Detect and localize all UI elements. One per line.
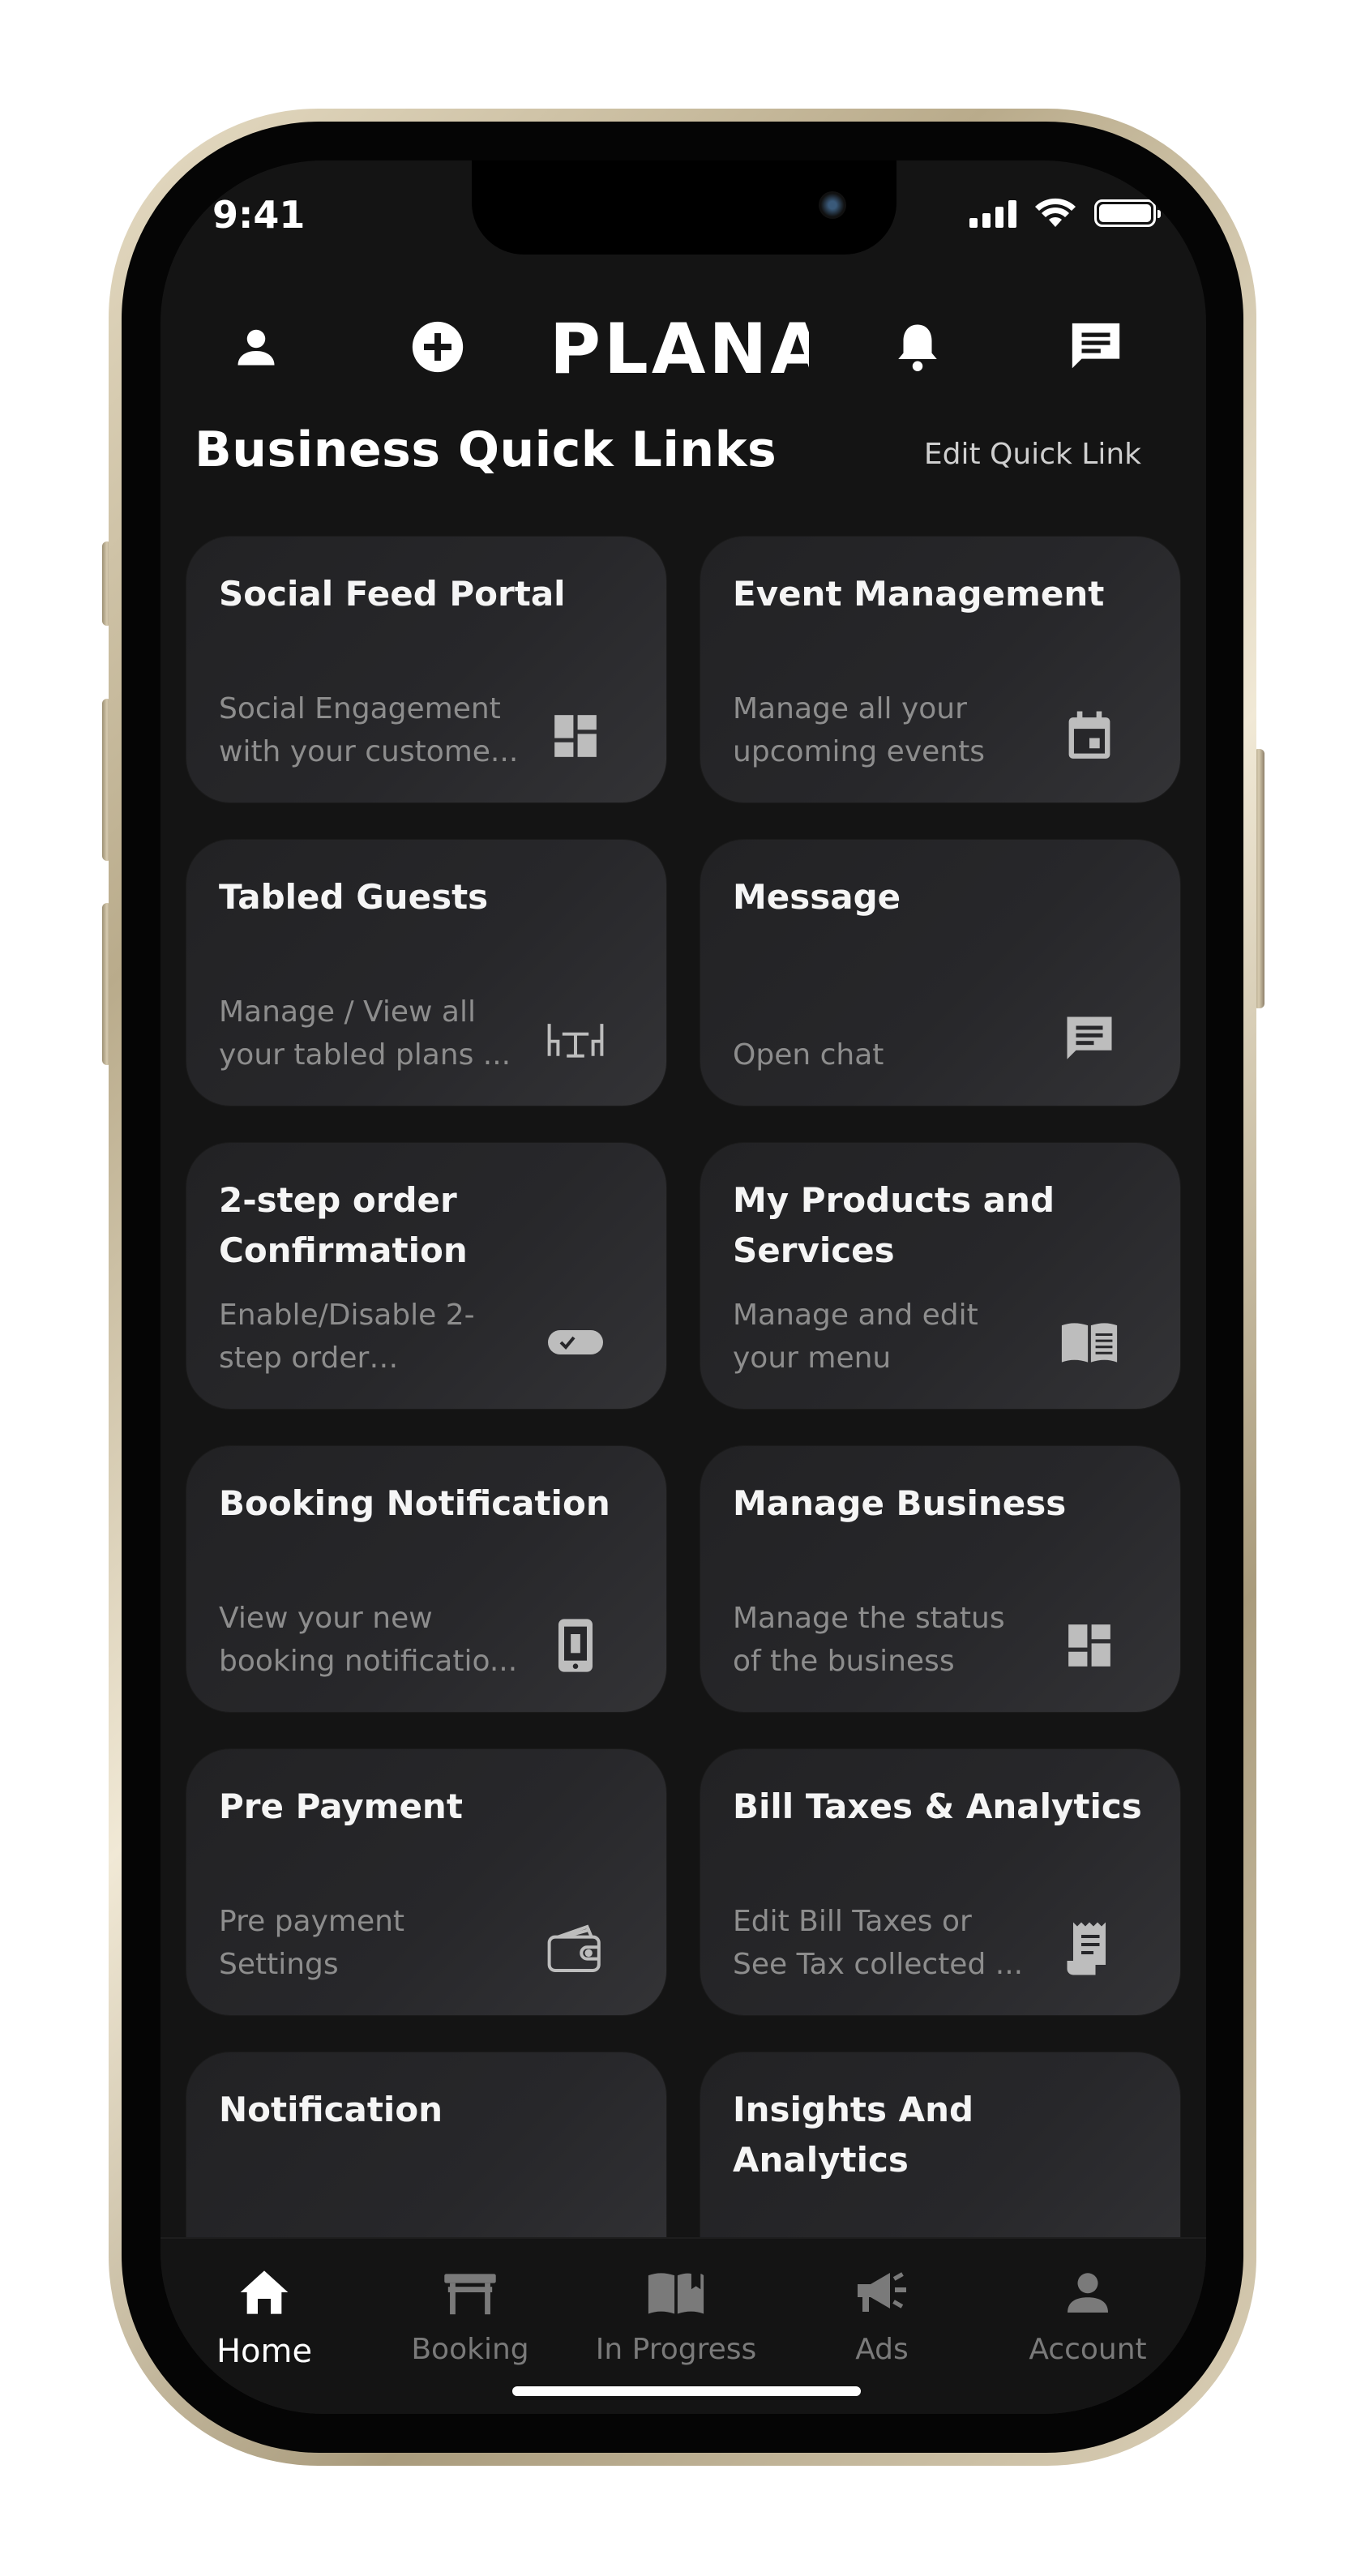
card-my-products-and-services[interactable]: My Products and Services Manage and edit… (700, 1143, 1180, 1409)
nav-label: Home (216, 2333, 313, 2370)
nav-in-progress[interactable]: In Progress (587, 2263, 765, 2366)
nav-label: In Progress (595, 2333, 757, 2366)
nav-booking[interactable]: Booking (381, 2263, 559, 2366)
card-description: Manage all your upcoming events (733, 692, 985, 768)
dashboard-icon (546, 707, 605, 765)
book-icon (647, 2263, 705, 2321)
card-title: Social Feed Portal (219, 574, 566, 614)
card-tabled-guests[interactable]: Tabled Guests Manage / View all your tab… (186, 840, 666, 1106)
card-description: Manage / View all your tabled plans ... (219, 995, 511, 1072)
card-description: Social Engagement with your custome... (219, 692, 519, 768)
megaphone-icon (853, 2263, 911, 2321)
card-event-management[interactable]: Event Management Manage all your upcomin… (700, 537, 1180, 802)
card-pre-payment[interactable]: Pre Payment Pre payment Settings (186, 1749, 666, 2015)
nav-label: Booking (411, 2333, 529, 2366)
camera-icon (819, 191, 846, 219)
card-title: Manage Business (733, 1483, 1067, 1523)
card-title: My Products and Services (733, 1180, 1055, 1270)
menu-book-icon (1060, 1313, 1119, 1371)
top-app-bar: PLANA (160, 298, 1206, 396)
card-title: Notification (219, 2090, 443, 2129)
card-description: Open chat (733, 1038, 884, 1072)
add-icon[interactable] (409, 318, 467, 376)
plana-logo: PLANA (550, 309, 824, 390)
card-message[interactable]: Message Open chat (700, 840, 1180, 1106)
card-description: Manage the status of the business (733, 1602, 1005, 1678)
card-description: Manage and edit your menu (733, 1299, 978, 1375)
nav-ads[interactable]: Ads (793, 2263, 971, 2366)
card-description: View your new booking notificatio... (219, 1602, 518, 1678)
status-time: 9:41 (212, 193, 306, 237)
card-description: Pre payment Settings (219, 1905, 405, 1981)
table-chairs-icon (546, 1010, 605, 1068)
table-icon (441, 2263, 499, 2321)
card-booking-notification[interactable]: Booking Notification View your new booki… (186, 1446, 666, 1712)
messages-icon[interactable] (1067, 318, 1125, 376)
wallet-icon (546, 1919, 605, 1978)
card-title: Booking Notification (219, 1483, 610, 1523)
nav-label: Account (1029, 2333, 1147, 2366)
phone-notification-icon (546, 1616, 605, 1675)
app-screen: 9:41 PLANA Business Quick Links Edit Qui… (160, 160, 1206, 2414)
home-icon (235, 2263, 293, 2321)
card-manage-business[interactable]: Manage Business Manage the status of the… (700, 1446, 1180, 1712)
nav-label: Ads (855, 2333, 909, 2366)
notification-bell-icon[interactable] (888, 318, 947, 376)
section-title: Business Quick Links (195, 421, 777, 478)
profile-icon[interactable] (227, 318, 285, 376)
toggle-icon[interactable] (546, 1313, 605, 1371)
battery-icon (1094, 199, 1161, 227)
chat-icon (1060, 1010, 1119, 1068)
person-icon (1059, 2263, 1117, 2321)
home-indicator (512, 2386, 861, 2396)
card-description: Edit Bill Taxes or See Tax collected ... (733, 1905, 1024, 1981)
card-title: 2-step order Confirmation (219, 1180, 468, 1270)
nav-account[interactable]: Account (999, 2263, 1177, 2366)
card-bill-taxes-analytics[interactable]: Bill Taxes & Analytics Edit Bill Taxes o… (700, 1749, 1180, 2015)
card-title: Tabled Guests (219, 877, 489, 917)
card-title: Insights And Analytics (733, 2090, 974, 2180)
card-title: Message (733, 877, 901, 917)
card-title: Event Management (733, 574, 1105, 614)
notch (472, 160, 896, 255)
nav-home[interactable]: Home (175, 2263, 353, 2370)
card-social-feed-portal[interactable]: Social Feed Portal Social Engagement wit… (186, 537, 666, 802)
dashboard-icon (1060, 1616, 1119, 1675)
wifi-icon (1035, 198, 1076, 227)
card-description: Enable/Disable 2-step order Confirm... (219, 1299, 475, 1375)
signal-icon (969, 199, 1016, 228)
status-icons (969, 198, 1161, 229)
calendar-icon (1060, 707, 1119, 765)
card-2-step-order-confirmation[interactable]: 2-step order Confirmation Enable/Disable… (186, 1143, 666, 1409)
logo-text: PLANA (550, 311, 809, 384)
card-title: Pre Payment (219, 1787, 463, 1826)
card-title: Bill Taxes & Analytics (733, 1787, 1142, 1826)
edit-quick-link-button[interactable]: Edit Quick Link (924, 438, 1141, 471)
receipt-icon (1060, 1919, 1119, 1978)
